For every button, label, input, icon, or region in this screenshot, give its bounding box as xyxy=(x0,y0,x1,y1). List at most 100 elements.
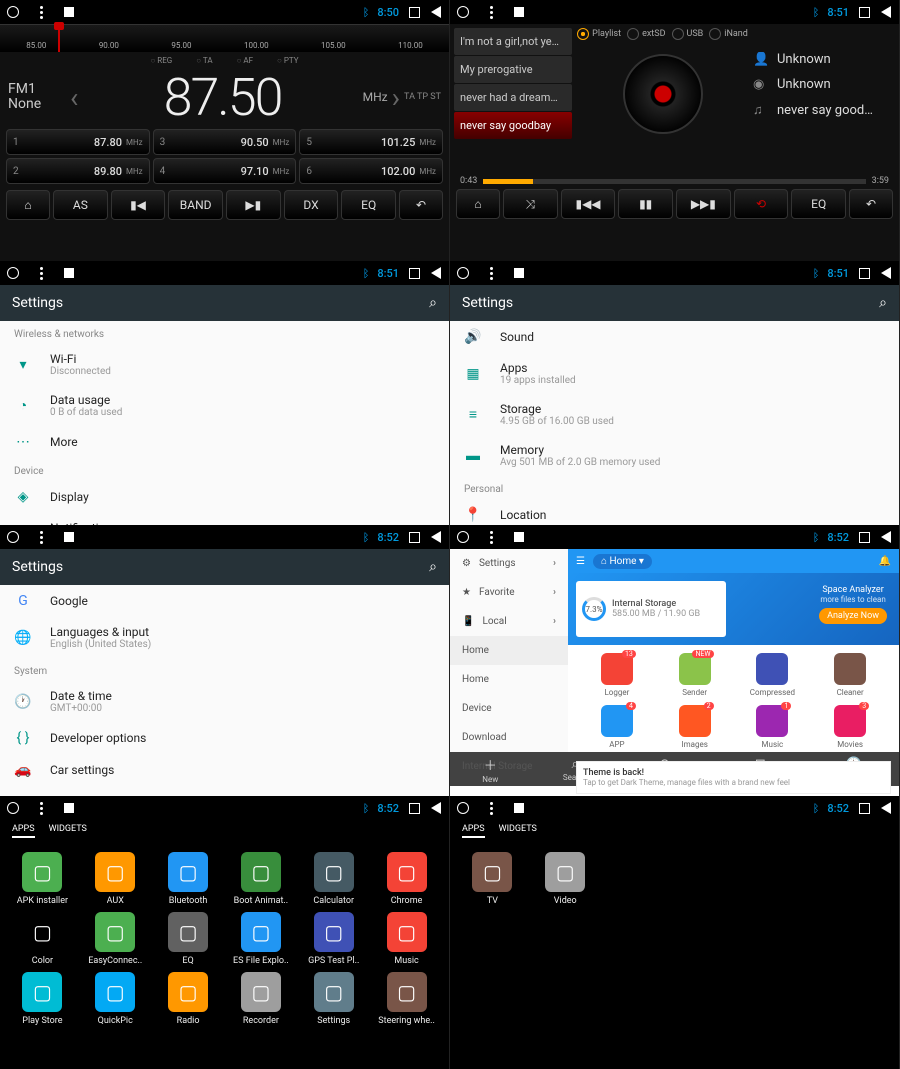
recent-icon[interactable] xyxy=(857,266,871,280)
circle-icon[interactable] xyxy=(6,801,20,815)
tool-sender[interactable]: NEWSender xyxy=(660,653,730,697)
back-icon[interactable] xyxy=(879,5,893,19)
location-item[interactable]: 📍Location xyxy=(450,499,899,525)
tool-movies[interactable]: 3Movies xyxy=(815,705,885,749)
sidebar-item[interactable]: ★Favorite› xyxy=(450,578,568,607)
recent-icon[interactable] xyxy=(857,5,871,19)
playlist-item[interactable]: My prerogative xyxy=(454,56,572,83)
car-item[interactable]: 🚗Car settings xyxy=(0,754,449,786)
overflow-icon[interactable] xyxy=(484,5,498,19)
repeat-button[interactable]: ⟲ xyxy=(734,189,789,219)
sidebar-item[interactable]: Home xyxy=(450,665,568,694)
recent-icon[interactable] xyxy=(407,530,421,544)
tool-compressed[interactable]: Compressed xyxy=(738,653,808,697)
preset-4[interactable]: 497.10MHz xyxy=(153,158,297,184)
sidebar-item[interactable]: Device xyxy=(450,694,568,723)
app-item[interactable]: ▢TV xyxy=(458,852,527,906)
next-button[interactable]: ▶▶▮ xyxy=(676,189,731,219)
playlist-item[interactable]: never had a dream… xyxy=(454,84,572,111)
circle-icon[interactable] xyxy=(6,530,20,544)
prev-button[interactable]: ▮◀◀ xyxy=(561,189,616,219)
back-icon[interactable] xyxy=(429,5,443,19)
apps-tab[interactable]: APPS xyxy=(12,824,35,838)
back-button[interactable]: ↶ xyxy=(399,190,443,220)
circle-icon[interactable] xyxy=(456,801,470,815)
pause-button[interactable]: ▮▮ xyxy=(618,189,673,219)
developer-item[interactable]: { }Developer options xyxy=(0,722,449,754)
window-icon[interactable] xyxy=(512,530,526,544)
recent-icon[interactable] xyxy=(407,266,421,280)
recent-icon[interactable] xyxy=(857,530,871,544)
as-button[interactable]: AS xyxy=(53,190,108,220)
preset-2[interactable]: 289.80MHz xyxy=(6,158,150,184)
circle-icon[interactable] xyxy=(456,530,470,544)
search-icon[interactable]: ⌕ xyxy=(429,559,437,575)
sidebar-item[interactable]: Download xyxy=(450,723,568,752)
shuffle-button[interactable]: ⤨ xyxy=(503,189,558,219)
app-item[interactable]: ▢APK installer xyxy=(8,852,77,906)
next-button[interactable]: ▶▮ xyxy=(226,190,281,220)
app-item[interactable]: ▢Calculator xyxy=(299,852,368,906)
app-item[interactable]: ▢QuickPic xyxy=(81,972,150,1026)
dx-button[interactable]: DX xyxy=(284,190,339,220)
overflow-icon[interactable] xyxy=(484,530,498,544)
data-usage-item[interactable]: ◔Data usage0 B of data used xyxy=(0,385,449,426)
app-item[interactable]: ▢Color xyxy=(8,912,77,966)
overflow-icon[interactable] xyxy=(34,266,48,280)
sidebar-item[interactable]: ⚙Settings› xyxy=(450,549,568,578)
window-icon[interactable] xyxy=(512,5,526,19)
overflow-icon[interactable] xyxy=(484,801,498,815)
app-item[interactable]: ▢Play Store xyxy=(8,972,77,1026)
back-icon[interactable] xyxy=(879,530,893,544)
preset-6[interactable]: 6102.00MHz xyxy=(299,158,443,184)
theme-card[interactable]: Theme is back!Tap to get Dark Theme, man… xyxy=(576,761,891,794)
progress-bar[interactable]: 0:433:59 xyxy=(450,176,899,186)
bottom-new[interactable]: ＋New xyxy=(482,755,498,784)
app-item[interactable]: ▢Steering whe.. xyxy=(372,972,441,1026)
more-item[interactable]: ⋯More xyxy=(0,426,449,458)
widgets-tab[interactable]: WIDGETS xyxy=(49,824,87,838)
language-item[interactable]: 🌐Languages & inputEnglish (United States… xyxy=(0,617,449,658)
back-icon[interactable] xyxy=(429,530,443,544)
app-item[interactable]: ▢Boot Animat.. xyxy=(227,852,296,906)
app-item[interactable]: ▢GPS Test Pl.. xyxy=(299,912,368,966)
app-item[interactable]: ▢ES File Explo.. xyxy=(227,912,296,966)
home-chip[interactable]: ⌂ Home ▾ xyxy=(593,554,652,569)
preset-3[interactable]: 390.50MHz xyxy=(153,129,297,155)
bell-icon[interactable]: 🔔 xyxy=(879,556,891,567)
eq-button[interactable]: EQ xyxy=(791,189,846,219)
back-icon[interactable] xyxy=(429,266,443,280)
circle-icon[interactable] xyxy=(456,5,470,19)
source-tab[interactable]: Playlist xyxy=(577,28,621,40)
source-tab[interactable]: extSD xyxy=(627,28,665,40)
sound-item[interactable]: 🔊Sound xyxy=(450,321,899,353)
widgets-tab[interactable]: WIDGETS xyxy=(499,824,537,838)
circle-icon[interactable] xyxy=(6,5,20,19)
tool-images[interactable]: 2Images xyxy=(660,705,730,749)
wifi-item[interactable]: ▾Wi-FiDisconnected xyxy=(0,344,449,385)
band-button[interactable]: BAND xyxy=(168,190,223,220)
circle-icon[interactable] xyxy=(6,266,20,280)
apps-tab[interactable]: APPS xyxy=(462,824,485,838)
tool-cleaner[interactable]: Cleaner xyxy=(815,653,885,697)
search-icon[interactable]: ⌕ xyxy=(879,295,887,311)
app-item[interactable]: ▢Bluetooth xyxy=(154,852,223,906)
home-button[interactable]: ⌂ xyxy=(456,189,500,219)
window-icon[interactable] xyxy=(62,530,76,544)
tool-logger[interactable]: 13Logger xyxy=(582,653,652,697)
preset-1[interactable]: 187.80MHz xyxy=(6,129,150,155)
eq-button[interactable]: EQ xyxy=(341,190,396,220)
source-tab[interactable]: iNand xyxy=(709,28,748,40)
datetime-item[interactable]: 🕐Date & timeGMT+00:00 xyxy=(0,681,449,722)
prev-button[interactable]: ▮◀ xyxy=(111,190,166,220)
app-item[interactable]: ▢Music xyxy=(372,912,441,966)
app-item[interactable]: ▢AUX xyxy=(81,852,150,906)
app-item[interactable]: ▢Radio xyxy=(154,972,223,1026)
storage-card[interactable]: 7.3%Internal Storage585.00 MB / 11.90 GB xyxy=(576,581,726,637)
memory-item[interactable]: ▬MemoryAvg 501 MB of 2.0 GB memory used xyxy=(450,435,899,476)
app-item[interactable]: ▢Recorder xyxy=(227,972,296,1026)
analyze-button[interactable]: Analyze Now xyxy=(819,608,887,624)
playlist-item[interactable]: never say goodbay xyxy=(454,112,572,139)
recent-icon[interactable] xyxy=(407,801,421,815)
recent-icon[interactable] xyxy=(857,801,871,815)
